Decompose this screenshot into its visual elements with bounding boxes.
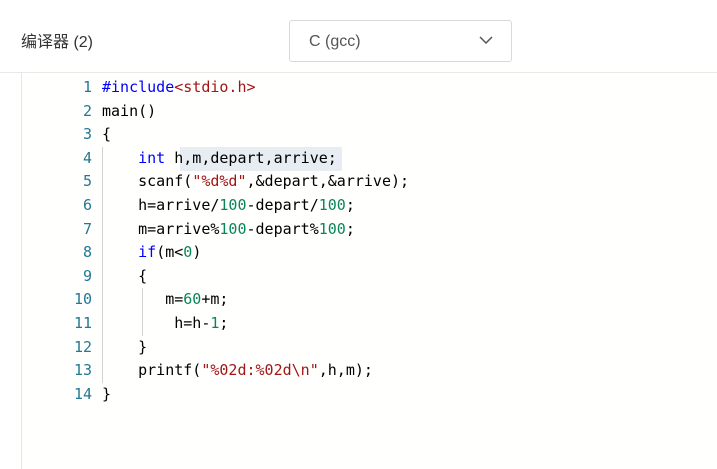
code-line[interactable]: { xyxy=(102,265,147,289)
code-line[interactable]: int h,m,depart,arrive; xyxy=(102,147,337,171)
editor-toolbar: 编译器 (2) C (gcc) xyxy=(0,0,717,72)
language-select[interactable]: C (gcc) xyxy=(289,20,512,62)
code-line[interactable]: m=arrive%100-depart%100; xyxy=(102,218,355,242)
line-number: 1 xyxy=(82,78,92,96)
code-line[interactable]: if(m<0) xyxy=(102,241,201,265)
indent-guide xyxy=(102,146,103,383)
line-number: 12 xyxy=(73,337,92,356)
code-line[interactable]: m=60+m; xyxy=(102,288,228,312)
line-number: 11 xyxy=(73,314,92,332)
line-number: 5 xyxy=(82,172,92,191)
code-line[interactable]: } xyxy=(102,383,111,407)
line-number: 7 xyxy=(82,219,92,238)
code-line[interactable]: printf("%02d:%02d\n",h,m); xyxy=(102,359,373,383)
code-line[interactable]: scanf("%d%d",&depart,&arrive); xyxy=(102,170,409,194)
code-line[interactable]: main() xyxy=(102,100,156,124)
line-number: 13 xyxy=(73,361,92,380)
line-number: 14 xyxy=(73,384,92,403)
code-line[interactable]: h=h-1; xyxy=(102,312,228,336)
compiler-label: 编译器 (2) xyxy=(21,34,94,51)
line-number: 2 xyxy=(82,101,92,120)
line-number: 6 xyxy=(82,196,92,214)
code-line[interactable]: h=arrive/100-depart/100; xyxy=(102,194,355,218)
line-number: 8 xyxy=(82,243,92,262)
line-number: 9 xyxy=(82,266,92,285)
code-line[interactable]: } xyxy=(102,336,147,360)
language-select-value: C (gcc) xyxy=(309,33,361,50)
line-number: 3 xyxy=(82,125,92,144)
chevron-down-icon xyxy=(479,36,493,45)
code-line[interactable]: { xyxy=(102,123,111,147)
code-editor[interactable]: 1 2 3 4 5 6 7 8 9 10 11 12 13 14 #include<stdio.h> mai… xyxy=(22,73,717,469)
line-number: 4 xyxy=(82,148,92,167)
code-line[interactable]: #include<stdio.h> xyxy=(102,76,256,100)
indent-guide xyxy=(142,288,143,336)
line-number: 10 xyxy=(73,290,92,309)
